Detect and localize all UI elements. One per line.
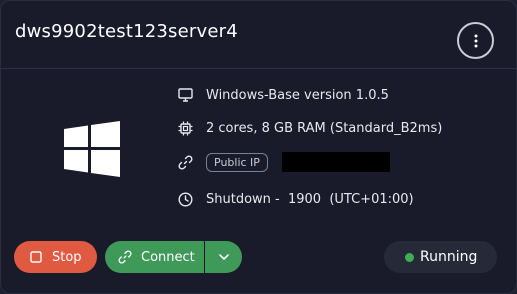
status-indicator-dot: [405, 252, 414, 262]
status-label: Running: [420, 249, 478, 265]
stop-button-label: Stop: [52, 249, 82, 265]
stop-square-icon: [30, 251, 42, 263]
connect-options-dropdown-button[interactable]: [205, 241, 242, 273]
more-options-button[interactable]: [457, 22, 494, 59]
connect-button-label: Connect: [141, 249, 195, 265]
server-name: dws9902test123server4: [15, 21, 238, 42]
os-version: Windows-Base version 1.0.5: [206, 87, 389, 103]
status-badge: Running: [384, 241, 497, 273]
vm-size: 2 cores, 8 GB RAM (Standard_B2ms): [206, 120, 443, 136]
shutdown-row: Shutdown - 1900 (UTC+01:00): [177, 191, 414, 207]
windows-logo-icon: [64, 121, 120, 177]
link-icon: [177, 154, 193, 170]
header-divider: [1, 68, 516, 69]
stop-button[interactable]: Stop: [14, 241, 97, 273]
os-row: Windows-Base version 1.0.5: [177, 87, 389, 103]
server-card: dws9902test123server4 Windows-Base versi…: [0, 0, 517, 294]
connect-button[interactable]: Connect: [105, 241, 204, 273]
chevron-down-icon: [218, 254, 229, 260]
kebab-menu-icon: [474, 34, 477, 47]
size-row: 2 cores, 8 GB RAM (Standard_B2ms): [177, 120, 442, 136]
ip-row: Public IP: [177, 152, 390, 172]
link-icon: [118, 250, 132, 264]
shutdown-schedule: Shutdown - 1900 (UTC+01:00): [206, 191, 414, 207]
public-ip-value-redacted: [281, 152, 390, 172]
public-ip-badge: Public IP: [206, 152, 268, 172]
cpu-icon: [177, 120, 193, 136]
clock-icon: [177, 191, 193, 207]
monitor-icon: [177, 87, 193, 103]
